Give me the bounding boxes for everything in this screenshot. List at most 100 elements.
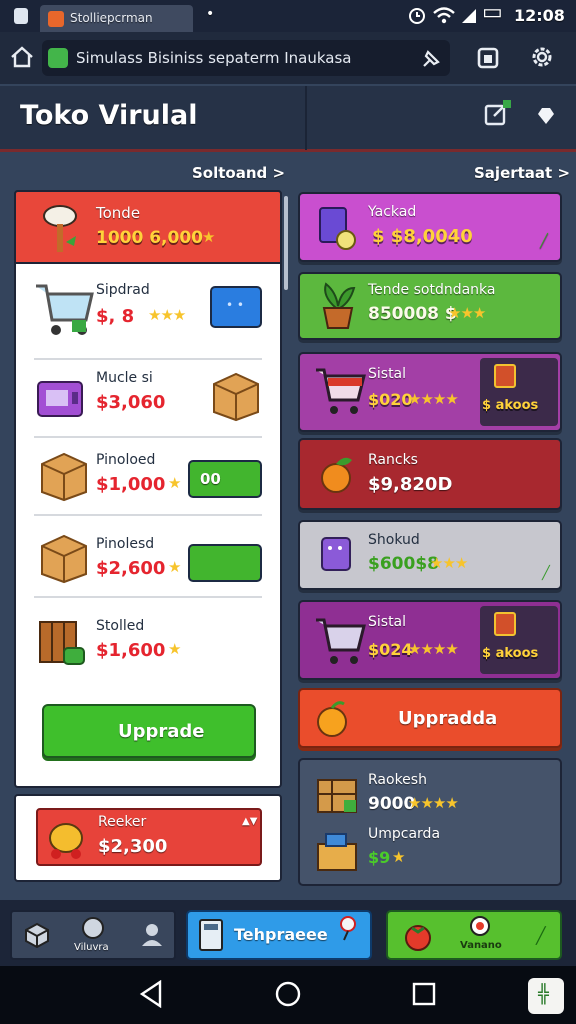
list-item-box-a[interactable]: Pinoloed $1,000 ★ 00	[14, 440, 282, 524]
item-label: Stolled	[96, 618, 145, 634]
upgrade-label: Uppradda	[398, 708, 498, 729]
clock: 12:08	[514, 6, 565, 25]
card-badge[interactable]: $ akoos	[480, 606, 558, 674]
orange-icon	[317, 701, 347, 737]
diamond-icon[interactable]	[534, 106, 558, 126]
row-divider	[34, 596, 262, 598]
right-card-yackad[interactable]: Yackad $ $8,0040 ╱	[298, 192, 562, 262]
item-action-button[interactable]: • •	[210, 286, 262, 328]
card-price: $ $8,0040	[372, 226, 473, 247]
signal-icon	[462, 9, 476, 23]
card-label: Yackad	[368, 204, 417, 220]
shopping-cart-icon	[316, 368, 366, 414]
right-upgrade-button[interactable]: Uppradda	[298, 688, 562, 748]
edit-icon: ╱	[536, 926, 546, 945]
calculator-icon	[199, 919, 223, 951]
battery-icon: ▭	[482, 0, 503, 25]
shield-icon	[494, 364, 516, 388]
item-action-button[interactable]: 00	[188, 460, 262, 498]
item-label: Pinolesd	[96, 536, 155, 552]
item-label: Mucle si	[96, 370, 153, 386]
list-item-box-b[interactable]: Pinolesd $2,600 ★	[14, 522, 282, 606]
left-bottom-banner[interactable]: Reeker $2,300 ▲▼	[36, 808, 262, 866]
tab-title: Stolliepcrman	[70, 11, 153, 25]
chat-icon	[470, 916, 490, 936]
right-card-sistal-a[interactable]: Sistal $020 ★★★★ $ akoos	[298, 352, 562, 432]
notification-icon	[14, 8, 28, 24]
right-section-link[interactable]: Sajertaat >	[474, 164, 570, 182]
url-text: Simulass Bisiniss sepaterm Inaukasa	[76, 49, 352, 67]
jar-icon	[321, 537, 351, 571]
tabs-icon[interactable]	[476, 46, 500, 70]
pin-icon	[340, 916, 356, 941]
green-action-button[interactable]: Vanano ╱	[386, 910, 562, 960]
item-label: Pinoloed	[96, 452, 156, 468]
ox-icon	[49, 823, 83, 859]
home-button-icon[interactable]	[274, 980, 302, 1008]
item1-rating: ★★★★	[408, 794, 459, 812]
site-icon	[48, 48, 68, 68]
right-card-tende[interactable]: Tende sotdndanka 850008 $ ★★★	[298, 272, 562, 340]
right-card-sistal-b[interactable]: Sistal $024 ★★★★ $ akoos	[298, 600, 562, 680]
card-label: Shokud	[368, 532, 420, 548]
crate-icon	[39, 621, 85, 665]
left-scrollbar[interactable]	[284, 196, 288, 290]
item-action-button[interactable]	[188, 544, 262, 582]
home-icon[interactable]	[10, 46, 34, 68]
edit-icon[interactable]: ╱	[542, 566, 550, 581]
card-price: $600$8	[368, 554, 439, 574]
card-rating: ★★★	[448, 304, 486, 322]
left-top-price: 1000 6,000	[96, 228, 204, 248]
shopping-cart-icon	[316, 618, 366, 664]
card-rating: ★★★	[430, 554, 468, 572]
upgrade-button[interactable]: Upprade	[42, 704, 256, 758]
right-card-shokud[interactable]: Shokud $600$8 ★★★ ╱	[298, 520, 562, 590]
lamp-icon	[43, 205, 77, 252]
card-price: 850008 $	[368, 304, 457, 324]
settings-icon[interactable]	[529, 44, 555, 70]
person-icon[interactable]	[140, 922, 164, 948]
button-dots: • •	[226, 298, 244, 312]
card-rating: ★★★★	[408, 390, 459, 408]
left-section-link[interactable]: Soltoand >	[192, 164, 285, 182]
recents-icon[interactable]	[412, 982, 436, 1006]
browser-tab[interactable]: Stolliepcrman	[40, 5, 193, 33]
bag-icon[interactable]	[80, 914, 106, 940]
item2-label: Umpcarda	[368, 826, 441, 842]
item1-label: Raokesh	[368, 772, 427, 788]
card-badge[interactable]: $ akoos	[480, 358, 558, 426]
share-icon[interactable]	[482, 98, 514, 130]
list-item-machine[interactable]: Mucle si $3,060	[14, 360, 282, 444]
blue-action-button[interactable]: Tehpraeee	[186, 910, 372, 960]
url-field[interactable]: Simulass Bisiniss sepaterm Inaukasa	[42, 40, 450, 76]
bottom-tabs: Viluvra	[10, 910, 176, 960]
list-item-crate[interactable]: Stolled $1,600 ★	[14, 604, 282, 688]
back-icon[interactable]	[138, 980, 164, 1008]
shopping-cart-icon	[36, 284, 94, 335]
card-label: Tende sotdndanka	[368, 282, 496, 298]
box-icon	[317, 833, 357, 871]
box-icon	[41, 452, 87, 502]
card-price: $020	[368, 390, 413, 409]
card-label: Sistal	[368, 366, 407, 382]
upgrade-label: Upprade	[118, 721, 205, 742]
item-price: $1,600	[96, 640, 166, 661]
item-label: Sipdrad	[96, 282, 150, 298]
right-card-rancks[interactable]: Rancks $9,820D	[298, 438, 562, 510]
cube-icon[interactable]	[24, 922, 50, 948]
left-top-banner[interactable]: Tonde 1000 6,000 ★	[14, 190, 282, 264]
card-price: $024	[368, 640, 413, 659]
edit-icon[interactable]: ╱	[540, 234, 548, 249]
badge-label: $ akoos	[482, 398, 539, 413]
bag-label: Viluvra	[74, 942, 109, 953]
card-rating: ★★★★	[408, 640, 459, 658]
item-price: $, 8	[96, 306, 135, 327]
app-shortcut-icon[interactable]: ╬	[528, 978, 564, 1014]
item-price: $3,060	[96, 392, 166, 413]
item2-star: ★	[392, 848, 405, 866]
pin-icon[interactable]	[420, 48, 442, 70]
left-top-label: Tonde	[96, 204, 141, 222]
box-icon	[213, 372, 259, 422]
list-item-cart[interactable]: Sipdrad $, 8 ★★★ • •	[14, 266, 282, 350]
shield-icon	[494, 612, 516, 636]
